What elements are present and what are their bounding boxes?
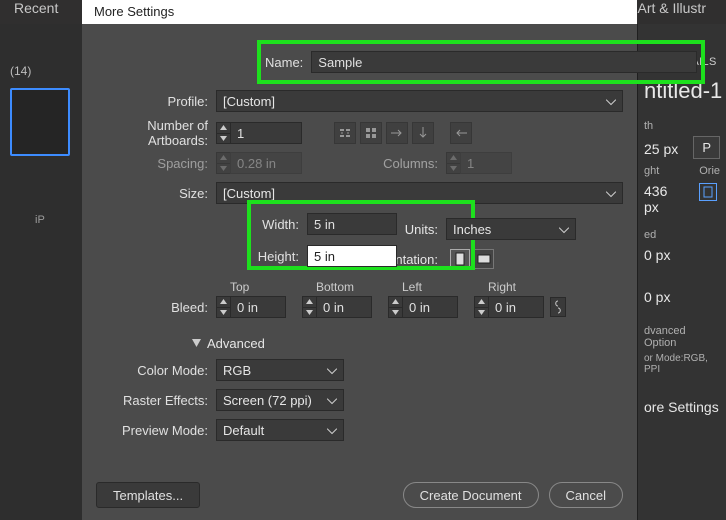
units-value: Inches bbox=[453, 222, 491, 237]
spacing-label: Spacing: bbox=[96, 156, 216, 171]
artboards-label: Number of Artboards: bbox=[96, 118, 216, 148]
dialog-buttons: Templates... Create Document Cancel bbox=[96, 482, 623, 508]
name-highlight: Name: bbox=[257, 40, 705, 84]
bleed-right-stepper[interactable] bbox=[474, 296, 488, 318]
color-mode-label: Color Mode: bbox=[96, 363, 216, 378]
bleed-bottom-label: Bottom bbox=[302, 280, 388, 294]
columns-label: Columns: bbox=[302, 156, 446, 171]
rp-height-lbl: ght bbox=[644, 165, 679, 177]
chevron-down-icon bbox=[606, 94, 616, 109]
spacing-stepper bbox=[216, 152, 230, 174]
chevron-down-icon bbox=[327, 423, 337, 438]
profile-label: Profile: bbox=[96, 94, 216, 109]
rp-width-val: 25 px bbox=[644, 141, 678, 157]
raster-dropdown[interactable]: Screen (72 ppi) bbox=[216, 389, 344, 411]
color-mode-value: RGB bbox=[223, 363, 251, 378]
rp-mode: or Mode:RGB, PPI bbox=[644, 353, 720, 375]
rp-more[interactable]: ore Settings bbox=[644, 399, 720, 415]
grid-col-icon[interactable] bbox=[360, 122, 382, 144]
rp-zero2: 0 px bbox=[644, 289, 720, 305]
chevron-down-icon bbox=[606, 186, 616, 201]
bleed-label: Bleed: bbox=[96, 300, 216, 315]
raster-value: Screen (72 ppi) bbox=[223, 393, 312, 408]
name-input[interactable] bbox=[311, 51, 697, 73]
bleed-left-label: Left bbox=[388, 280, 474, 294]
height-input[interactable] bbox=[307, 245, 397, 267]
bleed-left-stepper[interactable] bbox=[388, 296, 402, 318]
rp-zero1: 0 px bbox=[644, 247, 720, 263]
chevron-down-icon bbox=[327, 393, 337, 408]
advanced-label: Advanced bbox=[207, 336, 265, 351]
bleed-headers: Top Bottom Left Right bbox=[216, 280, 623, 294]
triangle-down-icon bbox=[192, 339, 201, 348]
size-label: Size: bbox=[96, 186, 216, 201]
chevron-down-icon bbox=[327, 363, 337, 378]
artboards-stepper[interactable] bbox=[216, 122, 230, 144]
recent-count: (14) bbox=[10, 64, 82, 78]
units-button[interactable]: P bbox=[693, 136, 720, 159]
profile-dropdown[interactable]: [Custom] bbox=[216, 90, 623, 112]
width-input[interactable] bbox=[307, 213, 397, 235]
recent-tab[interactable]: Recent bbox=[14, 0, 58, 24]
bleed-left-input[interactable] bbox=[402, 296, 458, 318]
recent-thumbnail[interactable] bbox=[10, 88, 70, 156]
advanced-toggle[interactable]: Advanced bbox=[192, 336, 623, 351]
preview-mode-label: Preview Mode: bbox=[96, 423, 216, 438]
raster-label: Raster Effects: bbox=[96, 393, 216, 408]
rp-width-lbl: th bbox=[644, 120, 720, 132]
portrait-icon[interactable] bbox=[699, 183, 717, 201]
size-value: [Custom] bbox=[223, 186, 275, 201]
preset-details-panel: SET DETAILS ntitled-1 th 25 px P ght 436… bbox=[638, 24, 726, 520]
rp-adv: dvanced Option bbox=[644, 325, 720, 349]
artboards-input[interactable] bbox=[230, 122, 302, 144]
bleed-top-stepper[interactable] bbox=[216, 296, 230, 318]
orientation-landscape-icon[interactable] bbox=[474, 249, 494, 269]
chevron-down-icon bbox=[559, 222, 569, 237]
bleed-right-input[interactable] bbox=[488, 296, 544, 318]
bleed-bottom-stepper[interactable] bbox=[302, 296, 316, 318]
preview-mode-dropdown[interactable]: Default bbox=[216, 419, 344, 441]
grid-row-icon[interactable] bbox=[334, 122, 356, 144]
columns-stepper bbox=[446, 152, 460, 174]
rp-height-val: 436 px bbox=[644, 183, 679, 215]
dialog-title: More Settings bbox=[82, 0, 637, 24]
arrow-right-icon[interactable] bbox=[386, 122, 408, 144]
rp-orient-lbl: Orie bbox=[699, 165, 720, 177]
bleed-right-label: Right bbox=[474, 280, 560, 294]
artboard-layout-icons bbox=[334, 122, 472, 144]
more-settings-dialog: More Settings Name: Profile: [Custom] Nu… bbox=[82, 0, 637, 520]
bleed-top-input[interactable] bbox=[230, 296, 286, 318]
width-height-highlight: Width: Height: bbox=[247, 200, 475, 270]
profile-value: [Custom] bbox=[223, 94, 275, 109]
thumb-label: iP bbox=[35, 214, 82, 226]
columns-input bbox=[460, 152, 512, 174]
arrow-down-icon[interactable] bbox=[412, 122, 434, 144]
color-mode-dropdown[interactable]: RGB bbox=[216, 359, 344, 381]
name-label: Name: bbox=[265, 55, 311, 70]
spacing-input bbox=[230, 152, 302, 174]
art-tab[interactable]: Art & Illustr bbox=[638, 0, 706, 24]
cancel-button[interactable]: Cancel bbox=[549, 482, 623, 508]
link-icon[interactable] bbox=[550, 297, 566, 317]
rp-bleed-lbl: ed bbox=[644, 229, 720, 241]
preview-mode-value: Default bbox=[223, 423, 264, 438]
width-label: Width: bbox=[255, 217, 307, 232]
arrow-left-icon[interactable] bbox=[450, 122, 472, 144]
bleed-bottom-input[interactable] bbox=[316, 296, 372, 318]
left-sidebar: (14) iP bbox=[0, 24, 82, 520]
create-document-button[interactable]: Create Document bbox=[403, 482, 539, 508]
units-dropdown[interactable]: Inches bbox=[446, 218, 576, 240]
bleed-top-label: Top bbox=[216, 280, 302, 294]
templates-button[interactable]: Templates... bbox=[96, 482, 200, 508]
height-label: Height: bbox=[255, 249, 307, 264]
